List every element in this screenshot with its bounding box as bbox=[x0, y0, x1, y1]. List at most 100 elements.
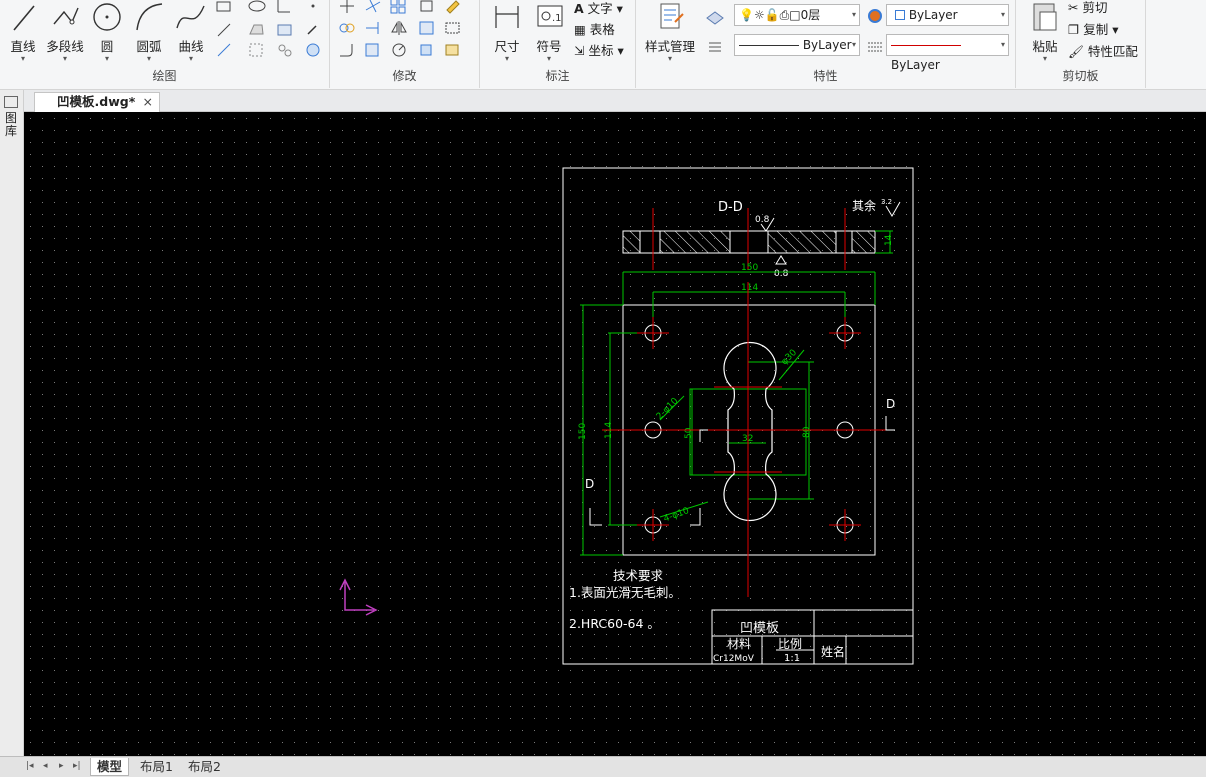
move-icon[interactable] bbox=[336, 0, 358, 16]
table-button[interactable]: ▦ 表格 bbox=[574, 19, 615, 38]
first-tab-icon[interactable]: |◂ bbox=[26, 761, 34, 771]
drawing-canvas[interactable]: D-D 其余 3.2 0.8 14 0.8 150 114 150 114 50… bbox=[24, 112, 1206, 756]
layer-select[interactable]: 💡☼🔓⎙□0层 ▾ bbox=[734, 4, 860, 26]
layer-value: 0层 bbox=[800, 8, 821, 22]
annotate-panel: 尺寸 ▾ .1 符号 ▾ A 文字 ▾ ▦ 表格 ⇲ 坐标 ▾ 标注 bbox=[480, 0, 636, 88]
clipboard-panel-title: 剪切板 bbox=[1062, 69, 1099, 83]
spline-tool-button[interactable]: 曲线 ▾ bbox=[168, 0, 214, 66]
tab-layout2[interactable]: 布局2 bbox=[182, 758, 227, 776]
section-slot bbox=[729, 230, 769, 254]
color-swatch-icon: □ bbox=[789, 8, 801, 22]
coordinate-label: 坐标 bbox=[588, 43, 614, 58]
draw-panel-title: 绘图 bbox=[152, 69, 177, 83]
color-wheel-icon[interactable] bbox=[864, 6, 886, 26]
chevron-down-icon: ▾ bbox=[188, 54, 193, 63]
chevron-down-icon: ▾ bbox=[1042, 54, 1047, 63]
linetype-select[interactable]: ByLayer ▾ bbox=[734, 34, 860, 56]
pointer-icon[interactable] bbox=[302, 20, 324, 40]
library-sidebar[interactable]: 图库 bbox=[0, 90, 24, 762]
material-label-text: 材料 bbox=[727, 637, 751, 651]
linetype-value: ByLayer bbox=[802, 38, 852, 52]
line-tool-button[interactable]: 直线 ▾ bbox=[0, 0, 46, 66]
roughness-top-text: 0.8 bbox=[755, 215, 770, 225]
rectangle-icon[interactable] bbox=[214, 0, 236, 16]
coordinate-button[interactable]: ⇲ 坐标 ▾ bbox=[574, 40, 624, 59]
lineweight-icon[interactable] bbox=[864, 36, 886, 56]
construction-line-icon[interactable] bbox=[214, 20, 236, 40]
modify-panel-title: 修改 bbox=[392, 69, 417, 83]
fillet-icon[interactable] bbox=[336, 40, 358, 60]
tab-layout1[interactable]: 布局1 bbox=[134, 758, 179, 776]
brush-icon: 🖌 bbox=[1068, 44, 1084, 59]
polyline-tool-label: 多段线 bbox=[46, 39, 84, 54]
array-icon[interactable] bbox=[388, 0, 410, 16]
hatch-icon[interactable] bbox=[246, 40, 268, 60]
trim-icon[interactable] bbox=[362, 0, 384, 16]
color-select[interactable]: ByLayer ▾ bbox=[886, 4, 1009, 26]
polyline-icon bbox=[53, 7, 79, 25]
close-icon[interactable]: × bbox=[143, 93, 153, 111]
section-gap-left bbox=[639, 230, 661, 254]
next-tab-icon[interactable]: ▸ bbox=[59, 761, 64, 771]
tab-model[interactable]: 模型 bbox=[90, 758, 130, 776]
match-properties-button[interactable]: 🖌 特性匹配 bbox=[1068, 41, 1138, 60]
dimension-button[interactable]: 尺寸 ▾ bbox=[484, 0, 530, 66]
cloud-icon[interactable] bbox=[302, 40, 324, 60]
erase-icon[interactable] bbox=[442, 0, 464, 16]
ellipse-icon[interactable] bbox=[246, 0, 268, 16]
lineweight-select[interactable]: ByLayer ▾ bbox=[886, 34, 1009, 72]
circle-tool-button[interactable]: 圆 ▾ bbox=[84, 0, 130, 66]
copy-button[interactable]: ❐ 复制 ▾ bbox=[1068, 19, 1118, 38]
rotate-icon[interactable] bbox=[388, 40, 410, 60]
symbol-button[interactable]: .1 符号 ▾ bbox=[526, 0, 572, 66]
chevron-down-icon: ▾ bbox=[851, 10, 856, 19]
extend-icon[interactable] bbox=[362, 18, 384, 38]
cut-button[interactable]: ✂ 剪切 bbox=[1068, 0, 1107, 16]
library-label: 图库 bbox=[5, 111, 18, 138]
material-value-text: Cr12MoV bbox=[713, 654, 755, 664]
coordinate-icon: ⇲ bbox=[574, 43, 585, 58]
edit-icon[interactable] bbox=[442, 40, 464, 60]
last-tab-icon[interactable]: ▸| bbox=[73, 761, 81, 771]
cut-label: 剪切 bbox=[1082, 0, 1108, 15]
ribbon: 直线 ▾ 多段线 ▾ 圆 ▾ 圆弧 ▾ 曲线 ▾ 绘图 修改 尺寸 ▾ .1 符… bbox=[0, 0, 1206, 90]
clipboard-panel: 粘贴 ▾ ✂ 剪切 ❐ 复制 ▾ 🖌 特性匹配 剪切板 bbox=[1016, 0, 1146, 88]
arc-icon bbox=[136, 3, 163, 31]
thickness-text: 14 bbox=[884, 234, 894, 246]
point-icon[interactable] bbox=[302, 0, 324, 16]
polyline-tool-button[interactable]: 多段线 ▾ bbox=[42, 0, 88, 66]
scale-icon[interactable] bbox=[416, 18, 438, 38]
text-button[interactable]: A 文字 ▾ bbox=[574, 0, 623, 17]
region-icon[interactable] bbox=[246, 20, 268, 40]
break-icon[interactable] bbox=[362, 40, 384, 60]
section-mark-right: D bbox=[886, 397, 895, 411]
table-draw-icon[interactable] bbox=[274, 20, 296, 40]
tech-req-2: 2.HRC60-64 。 bbox=[569, 616, 660, 631]
document-tab[interactable]: 凹模板.dwg* × bbox=[34, 92, 160, 112]
style-manager-button[interactable]: 样式管理 ▾ bbox=[642, 0, 698, 66]
line-icon bbox=[13, 5, 35, 31]
library-icon bbox=[4, 96, 18, 108]
stretch-icon[interactable] bbox=[442, 18, 464, 38]
layer-properties-icon[interactable] bbox=[704, 36, 726, 56]
prev-tab-icon[interactable]: ◂ bbox=[43, 761, 48, 771]
match-label: 特性匹配 bbox=[1087, 44, 1138, 59]
boundary-icon[interactable] bbox=[274, 40, 296, 60]
dimension-angle-icon[interactable] bbox=[274, 0, 296, 16]
explode-icon[interactable] bbox=[416, 40, 438, 60]
layer-manager-icon[interactable] bbox=[704, 6, 726, 26]
document-tab-bar: 凹模板.dwg* × bbox=[0, 90, 1206, 112]
width-inner-text: 114 bbox=[741, 283, 758, 293]
arc-tool-button[interactable]: 圆弧 ▾ bbox=[126, 0, 172, 66]
part-name-text: 凹模板 bbox=[740, 621, 779, 636]
mirror-icon[interactable] bbox=[388, 18, 410, 38]
roughness-note-value: 3.2 bbox=[881, 198, 892, 206]
copy-object-icon[interactable] bbox=[336, 18, 358, 38]
paste-button[interactable]: 粘贴 ▾ bbox=[1022, 0, 1068, 66]
paste-label: 粘贴 bbox=[1032, 39, 1058, 54]
offset-icon[interactable] bbox=[416, 0, 438, 16]
color-value: ByLayer bbox=[908, 8, 958, 22]
tech-req-1: 1.表面光滑无毛刺。 bbox=[569, 585, 681, 600]
ray-icon[interactable] bbox=[214, 40, 236, 60]
properties-panel: 样式管理 ▾ 💡☼🔓⎙□0层 ▾ ByLayer ▾ ByLayer ▾ ByL… bbox=[636, 0, 1016, 88]
